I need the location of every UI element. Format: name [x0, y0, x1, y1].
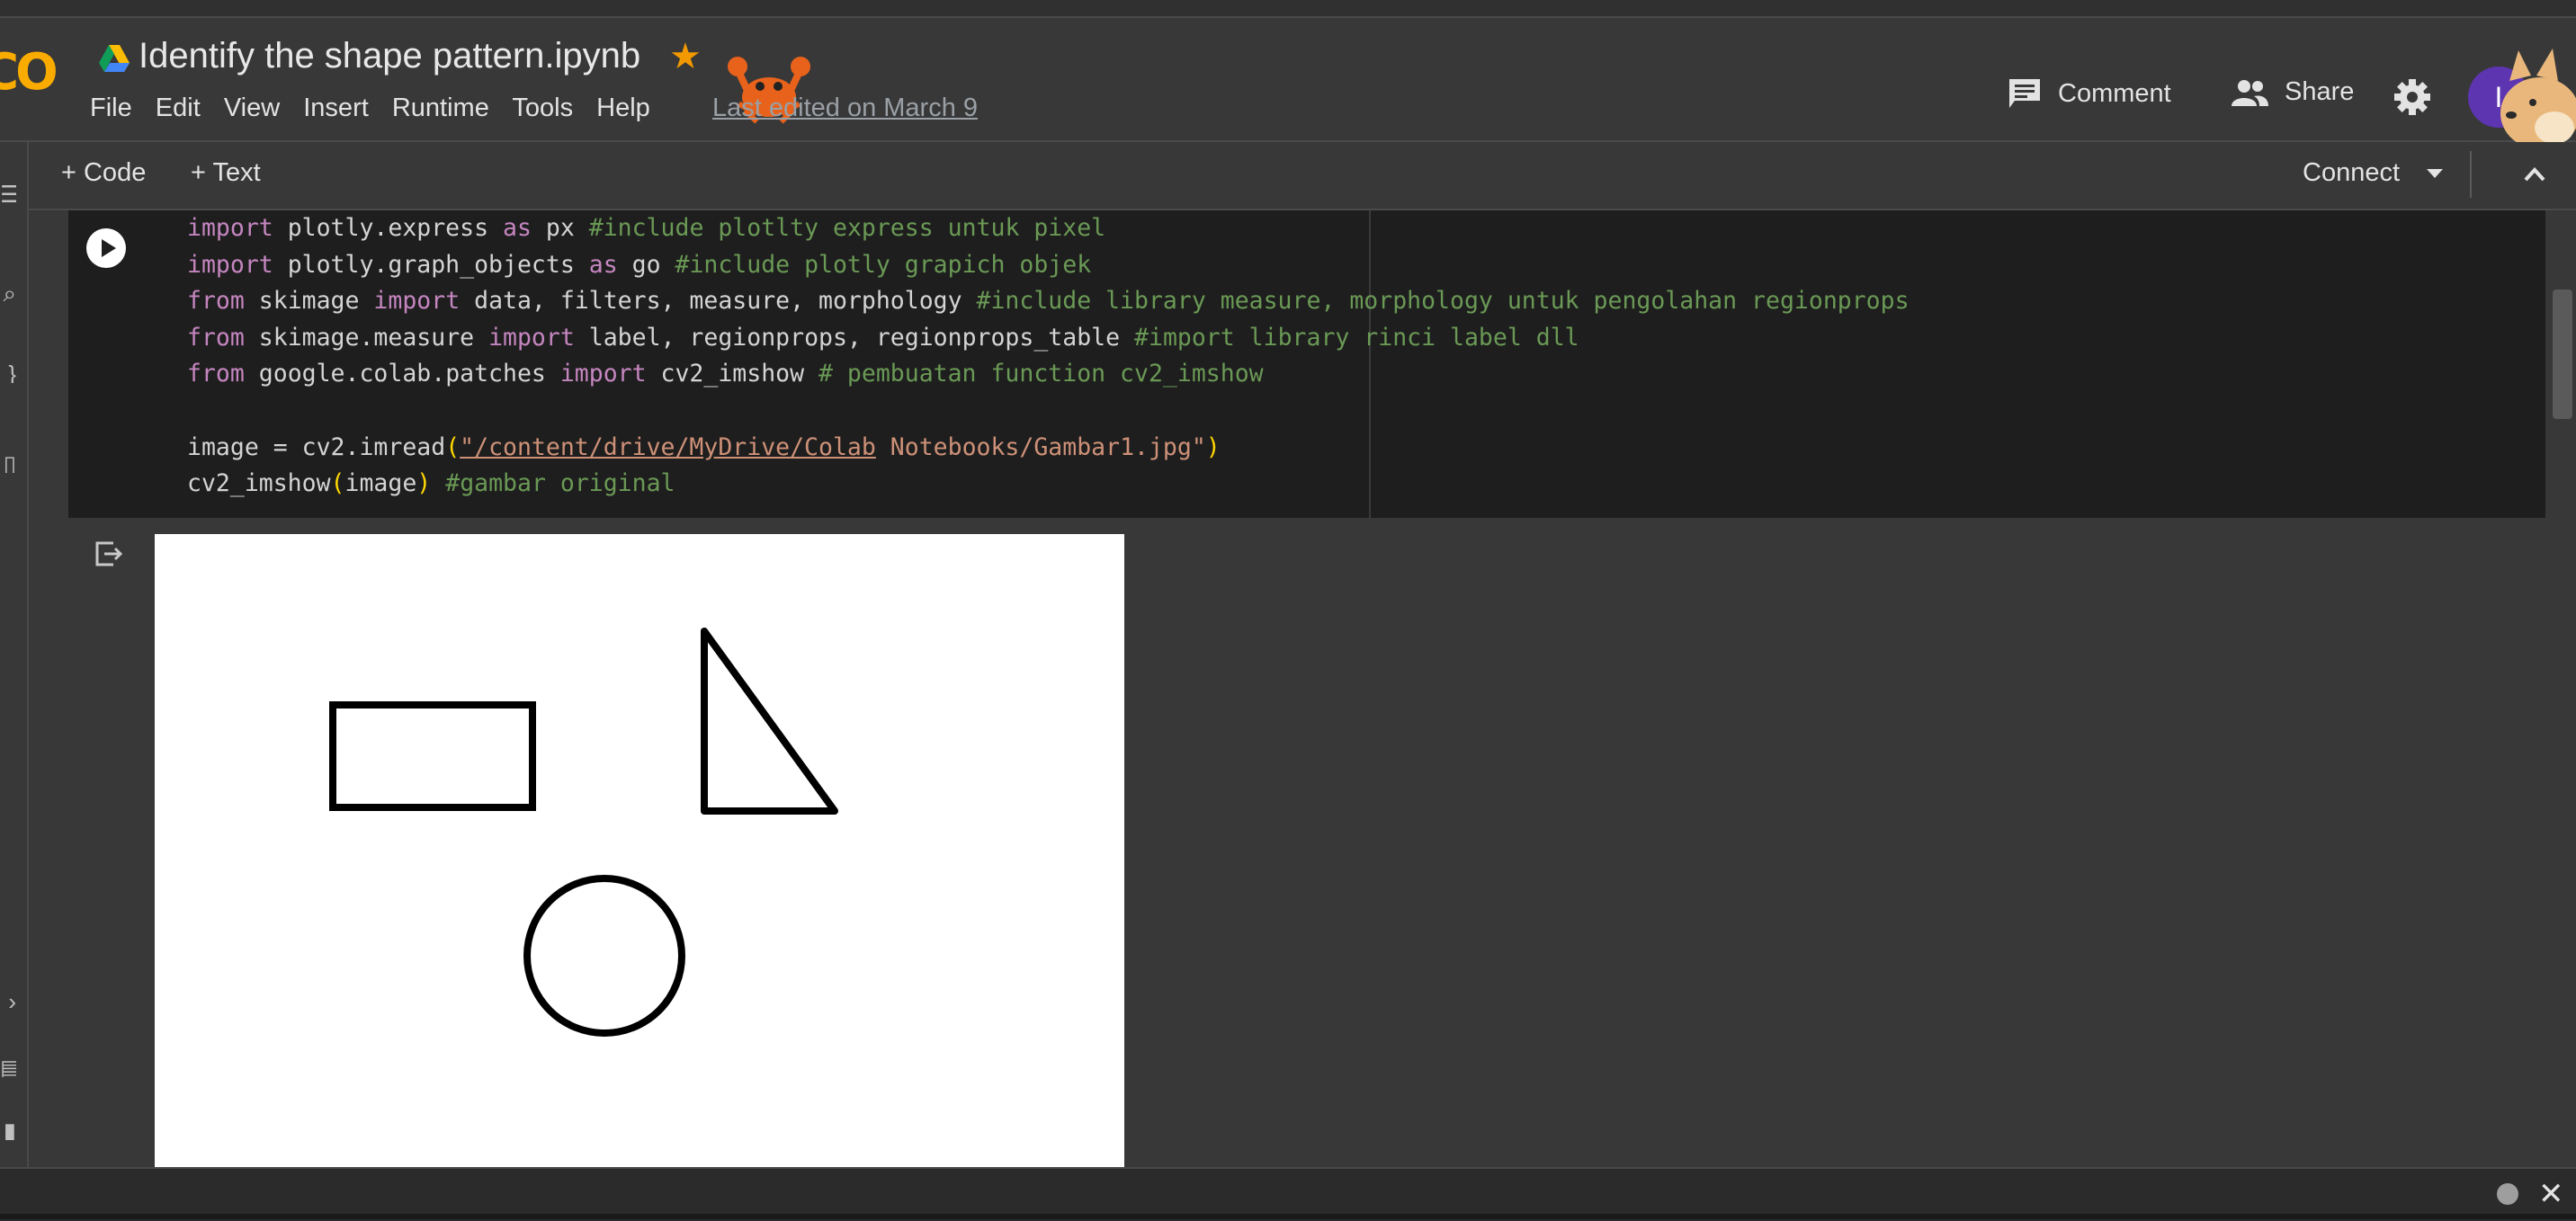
menu-tools[interactable]: Tools — [512, 94, 573, 122]
code-line[interactable]: import plotly.express as px #include plo… — [187, 210, 1910, 247]
code-token: label, regionprops, regionprops_table — [574, 323, 1135, 352]
logo-text: CO — [0, 43, 58, 102]
code-token: as — [588, 250, 618, 279]
key-icon[interactable]: ▯ — [0, 455, 16, 473]
star-icon[interactable]: ★ — [669, 36, 702, 77]
snippets-icon[interactable]: ▤ — [0, 1059, 16, 1077]
code-token: cv2_imshow — [187, 469, 331, 498]
code-token: # pembuatan function cv2_imshow — [818, 360, 1264, 388]
code-token: plotly.express — [273, 214, 504, 242]
code-token: data, filters, measure, morphology — [460, 287, 977, 316]
add-text-button[interactable]: + Text — [191, 158, 261, 188]
notebook-title[interactable]: Identify the shape pattern.ipynb — [139, 36, 640, 76]
code-token: skimage — [244, 287, 374, 316]
output-redirect-icon[interactable] — [94, 539, 122, 568]
menu-file[interactable]: File — [90, 94, 132, 122]
status-bar: ✕ — [0, 1167, 2576, 1221]
gear-icon[interactable] — [2393, 77, 2432, 117]
code-token: ( — [330, 469, 345, 498]
menu-help[interactable]: Help — [596, 94, 650, 122]
code-token: import — [187, 214, 273, 242]
code-token: #gambar original — [445, 469, 675, 498]
menu-icon[interactable]: ☰ — [0, 185, 16, 203]
code-braces-icon[interactable]: } — [0, 365, 16, 383]
search-icon[interactable]: ⌕ — [0, 284, 16, 302]
add-code-button[interactable]: + Code — [61, 158, 146, 188]
comment-label: Comment — [2058, 78, 2171, 108]
menu-insert[interactable]: Insert — [303, 94, 369, 122]
comment-icon — [2009, 79, 2040, 108]
code-token: #include plotlty express untuk pixel — [588, 214, 1106, 242]
menu-bar: File Edit View Insert Runtime Tools Help — [90, 94, 666, 123]
code-token: from — [187, 360, 245, 388]
code-line[interactable]: cv2_imshow(image) #gambar original — [187, 466, 1910, 503]
colab-logo[interactable]: CO — [0, 43, 58, 102]
menu-edit[interactable]: Edit — [156, 94, 201, 122]
code-token: #import library rinci label dll — [1134, 323, 1579, 352]
browser-top-strip — [0, 0, 2576, 18]
scrollbar-thumb[interactable] — [2553, 290, 2572, 419]
code-token: google.colab.patches — [244, 360, 560, 388]
code-token: import — [373, 287, 461, 316]
menu-runtime[interactable]: Runtime — [392, 94, 489, 122]
share-label: Share — [2285, 77, 2355, 106]
code-token: from — [187, 323, 245, 352]
code-token: import — [488, 323, 575, 352]
crab-mascot-icon — [728, 57, 810, 124]
bottom-tray — [0, 1214, 2576, 1219]
command-palette-icon[interactable]: ▮ — [0, 1122, 16, 1140]
code-line[interactable]: from skimage import data, filters, measu… — [187, 283, 1910, 320]
close-icon[interactable]: ✕ — [2538, 1176, 2564, 1212]
connect-button[interactable]: Connect — [2303, 158, 2400, 188]
output-image — [155, 534, 1124, 1167]
menu-view[interactable]: View — [224, 94, 280, 122]
terminal-icon[interactable]: › — [0, 993, 16, 1011]
code-token: #include library measure, morphology unt… — [976, 287, 1910, 316]
code-line[interactable]: image = cv2.imread("/content/drive/MyDri… — [187, 430, 1910, 467]
code-token: cv2_imshow — [646, 360, 819, 388]
code-token: "/content/drive/MyDrive/Colab — [460, 432, 876, 461]
chevron-up-icon[interactable] — [2518, 158, 2551, 191]
header: CO Identify the shape pattern.ipynb ★ Fi… — [0, 18, 2576, 149]
code-token: import — [187, 250, 273, 279]
code-token: image = cv2.imread — [187, 432, 446, 461]
play-icon[interactable] — [85, 227, 128, 270]
code-editor[interactable]: import plotly.express as px #include plo… — [187, 210, 1910, 503]
left-sidebar: ☰ ⌕ } ▯ › ▤ ▮ — [0, 142, 29, 1167]
code-line[interactable]: import plotly.graph_objects as go #inclu… — [187, 247, 1910, 284]
code-token: as — [503, 214, 532, 242]
code-token: go — [617, 250, 675, 279]
last-edited-link[interactable]: Last edited on March 9 — [712, 94, 978, 123]
code-line[interactable]: from google.colab.patches import cv2_ims… — [187, 356, 1910, 393]
status-indicator — [2497, 1183, 2518, 1205]
chevron-down-icon[interactable] — [2427, 169, 2443, 178]
code-line[interactable] — [187, 393, 1910, 430]
code-token: ) — [416, 469, 432, 498]
code-token: image — [344, 469, 417, 498]
code-token: skimage.measure — [244, 323, 489, 352]
notebook-toolbar: + Code + Text Connect — [27, 142, 2576, 210]
code-token: px — [531, 214, 589, 242]
comment-button[interactable]: Comment — [2008, 77, 2171, 110]
code-token: from — [187, 287, 245, 316]
code-token: ( — [445, 432, 461, 461]
google-drive-icon[interactable] — [99, 45, 130, 72]
share-button[interactable]: Share — [2231, 77, 2354, 107]
code-token: import — [559, 360, 647, 388]
people-icon — [2232, 79, 2268, 106]
toolbar-divider — [2470, 151, 2472, 198]
code-token: ) — [1205, 432, 1221, 461]
code-token: Notebooks/Gambar1.jpg" — [875, 432, 1206, 461]
code-token: plotly.graph_objects — [273, 250, 589, 279]
code-token: #include plotly grapich objek — [675, 250, 1092, 279]
code-line[interactable]: from skimage.measure import label, regio… — [187, 320, 1910, 357]
